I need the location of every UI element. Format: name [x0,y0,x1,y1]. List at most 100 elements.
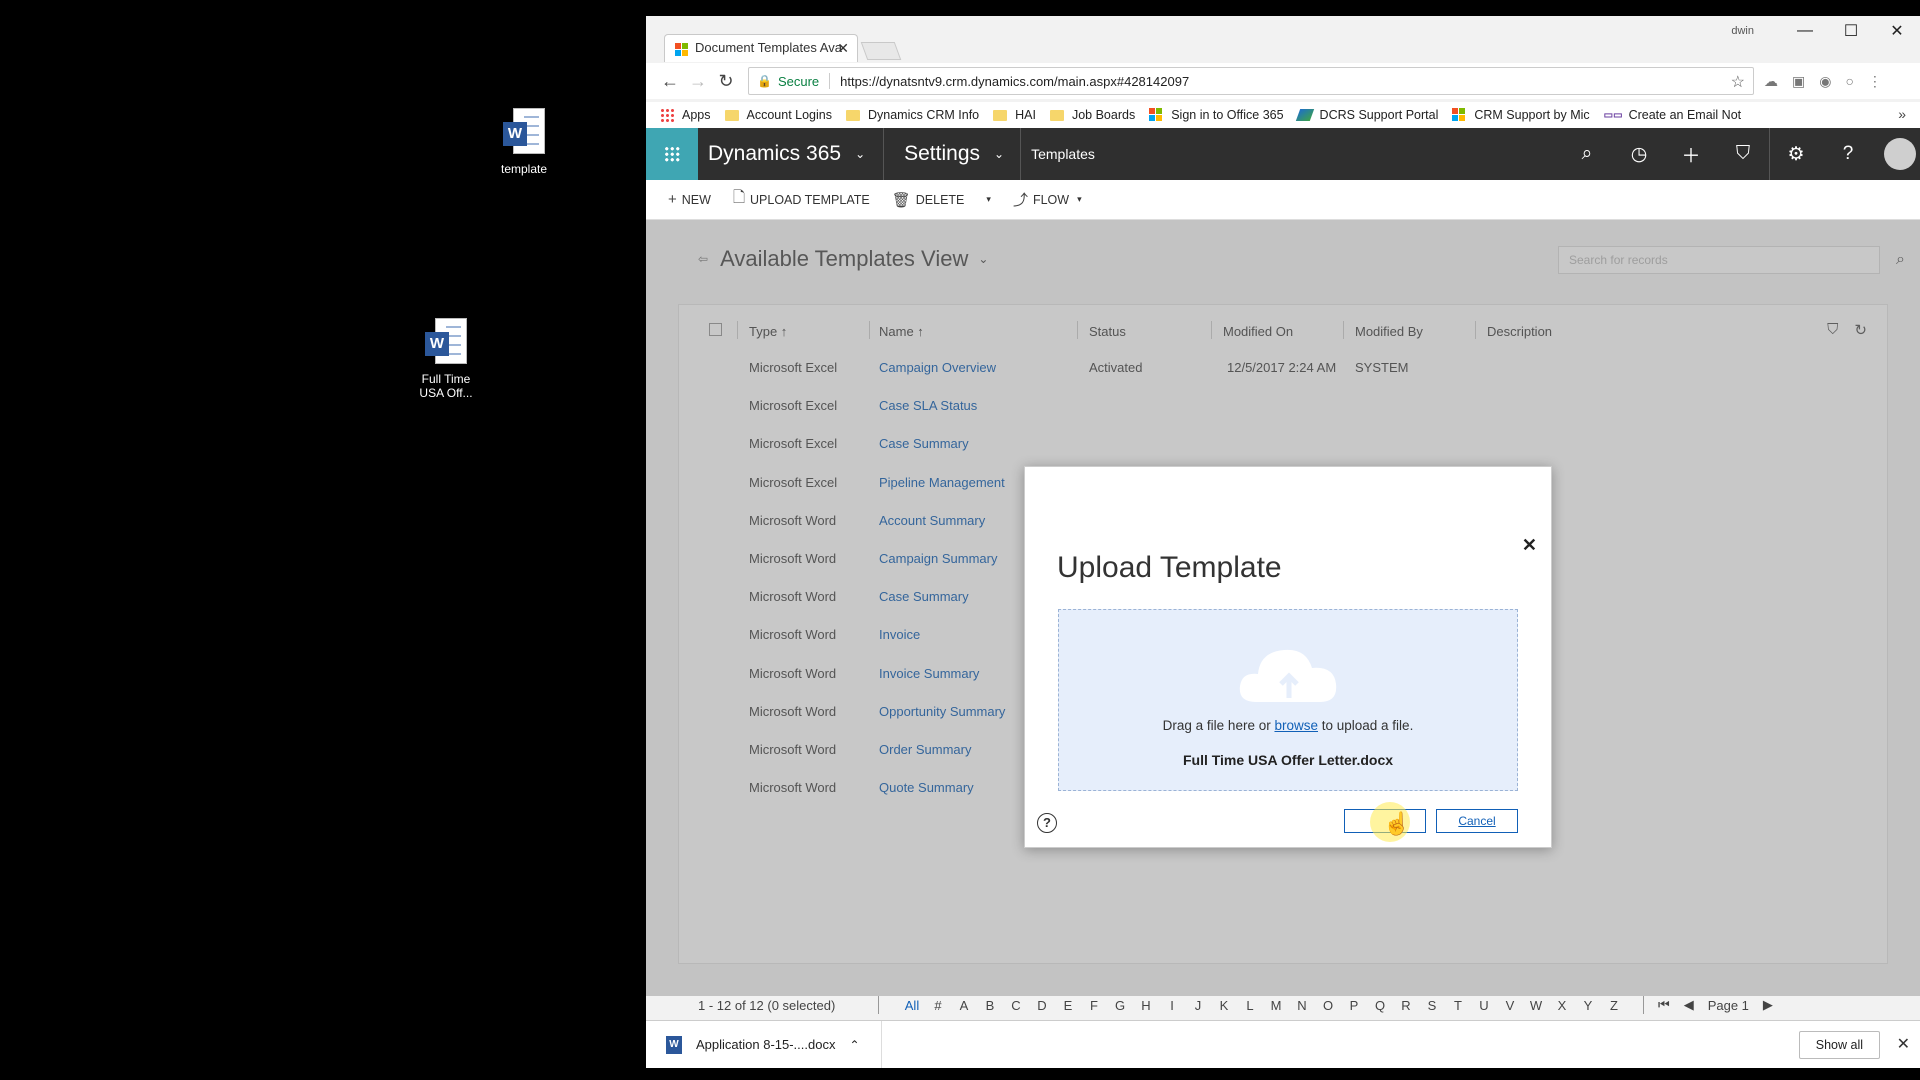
alpha-filter-u[interactable]: U [1471,998,1497,1013]
desktop-icon-label: template [500,162,548,176]
maximize-icon[interactable]: ☐ [1828,21,1874,41]
alpha-filter-m[interactable]: M [1263,998,1289,1013]
alpha-filter-x[interactable]: X [1549,998,1575,1013]
minimize-icon[interactable]: — [1782,22,1828,40]
create-plus-icon[interactable]: ＋ [1665,141,1717,168]
bookmark-star-icon[interactable]: ☆ [1731,72,1745,92]
new-tab-button[interactable] [860,42,902,60]
menu-kebab-icon[interactable]: ⋮ [1868,73,1882,90]
downloads-bar: W Application 8-15-....docx ⌃ Show all ✕ [646,1020,1920,1068]
address-bar[interactable]: 🔒 Secure https://dynatsntv9.crm.dynamics… [748,67,1754,95]
settings-gear-icon[interactable]: ⚙ [1770,143,1822,166]
bookmarks-overflow-icon[interactable]: » [1898,106,1906,122]
alpha-filter-d[interactable]: D [1029,998,1055,1013]
extension-circle-icon[interactable]: ◉ [1819,73,1831,90]
cloud-upload-icon [1239,649,1337,702]
desktop-icon-offer-letter[interactable]: W Full Time USA Off... [398,318,494,400]
selected-file-name: Full Time USA Offer Letter.docx [1182,752,1394,768]
alpha-filter-j[interactable]: J [1185,998,1211,1013]
app-switcher[interactable]: Dynamics 365 ⌄ [698,128,885,180]
forward-icon[interactable]: → [684,71,712,92]
bookmark-job-boards[interactable]: Job Boards [1049,108,1136,122]
alpha-filter-t[interactable]: T [1445,998,1471,1013]
advanced-find-filter-icon[interactable]: ⛉ [1717,143,1769,165]
close-downloads-icon[interactable]: ✕ [1897,1034,1910,1054]
word-document-icon: W [503,108,545,158]
tab-title: Document Templates Ava [695,40,842,55]
alpha-filter-f[interactable]: F [1081,998,1107,1013]
alpha-filter-n[interactable]: N [1289,998,1315,1013]
alpha-filter-a[interactable]: A [951,998,977,1013]
alpha-filter-p[interactable]: P [1341,998,1367,1013]
search-icon[interactable]: ⌕ [1561,143,1613,165]
upload-template-button[interactable]: 🗋 UPLOAD TEMPLATE [733,187,870,212]
alpha-filter-e[interactable]: E [1055,998,1081,1013]
new-button[interactable]: + NEW [668,191,711,208]
alpha-filter-w[interactable]: W [1523,998,1549,1013]
first-page-icon[interactable]: ⏮ [1658,997,1670,1013]
cancel-button[interactable]: Cancel [1436,809,1518,833]
extension-ring-icon[interactable]: ○ [1845,73,1853,90]
file-drop-zone[interactable]: Drag a file here or browse to upload a f… [1058,609,1518,791]
email-tool-icon: ▭▭ [1603,109,1623,121]
download-item[interactable]: W Application 8-15-....docx ⌃ [646,1020,882,1068]
recent-history-icon[interactable]: ◷ [1613,143,1665,166]
extension-cloud-icon[interactable]: ☁ [1764,73,1778,90]
show-all-button[interactable]: Show all [1798,1031,1880,1059]
flow-button[interactable]: ⤴ FLOW ▾ [1013,189,1082,210]
dcrs-logo-icon [1295,109,1314,121]
alpha-filter-o[interactable]: O [1315,998,1341,1013]
help-question-icon[interactable]: ? [1822,143,1874,165]
reload-icon[interactable]: ↻ [712,71,740,92]
area-switcher[interactable]: Settings ⌄ [884,128,1022,180]
alpha-filter-l[interactable]: L [1237,998,1263,1013]
help-icon[interactable]: ? [1037,813,1057,833]
app-launcher-button[interactable] [646,128,698,180]
browse-link[interactable]: browse [1274,718,1318,733]
alpha-filter-b[interactable]: B [977,998,1003,1013]
bookmark-create-email[interactable]: ▭▭ Create an Email Not [1604,108,1741,122]
alpha-filter-s[interactable]: S [1419,998,1445,1013]
close-icon[interactable]: ✕ [1522,535,1537,556]
user-avatar[interactable] [1884,138,1916,170]
browser-toolbar: ← → ↻ 🔒 Secure https://dynatsntv9.crm.dy… [646,63,1920,99]
previous-page-icon[interactable]: ◀ [1684,997,1694,1013]
chevron-up-icon[interactable]: ⌃ [849,1038,859,1052]
caret-down-icon[interactable]: ▾ [986,194,991,205]
bookmark-apps[interactable]: Apps [660,108,711,122]
alpha-filter-y[interactable]: Y [1575,998,1601,1013]
bookmark-dynamics-crm-info[interactable]: Dynamics CRM Info [845,108,979,122]
extension-office-icon[interactable]: ▣ [1792,73,1805,90]
alpha-filter-all[interactable]: All [899,998,925,1013]
download-filename: Application 8-15-....docx [696,1037,836,1052]
bookmark-office-365[interactable]: Sign in to Office 365 [1149,108,1284,122]
app-name: Dynamics 365 [708,142,842,165]
next-page-icon[interactable]: ▶ [1763,997,1773,1013]
bookmark-crm-support[interactable]: CRM Support by Mic [1452,108,1590,122]
bookmark-hai[interactable]: HAI [993,108,1036,122]
delete-button[interactable]: 🗑 DELETE ▾ [892,191,991,209]
alpha-filter-r[interactable]: R [1393,998,1419,1013]
alpha-filter-k[interactable]: K [1211,998,1237,1013]
alpha-filter-q[interactable]: Q [1367,998,1393,1013]
browser-tab[interactable]: Document Templates Ava ✕ [664,34,858,62]
alpha-filter-z[interactable]: Z [1601,998,1627,1013]
subarea-link[interactable]: Templates [1021,146,1095,162]
close-window-icon[interactable]: ✕ [1874,21,1920,41]
profile-badge[interactable]: dwin [1731,25,1754,37]
alpha-filter-v[interactable]: V [1497,998,1523,1013]
alpha-filter-i[interactable]: I [1159,998,1185,1013]
delete-label: DELETE [915,192,965,207]
alpha-filter-g[interactable]: G [1107,998,1133,1013]
drop-instructions: Drag a file here or browse to upload a f… [1162,718,1414,733]
alpha-filter-c[interactable]: C [1003,998,1029,1013]
bookmark-account-logins[interactable]: Account Logins [724,108,832,122]
desktop-icon-template[interactable]: W template [476,108,572,176]
tab-close-icon[interactable]: ✕ [837,40,849,57]
alpha-filter-hash[interactable]: # [925,998,951,1013]
pager: ⏮ ◀ Page 1 ▶ [1643,996,1773,1014]
bookmark-dcrs-support[interactable]: DCRS Support Portal [1295,108,1438,122]
alpha-filter-h[interactable]: H [1133,998,1159,1013]
bookmark-label: Job Boards [1071,108,1136,122]
back-icon[interactable]: ← [656,71,684,92]
